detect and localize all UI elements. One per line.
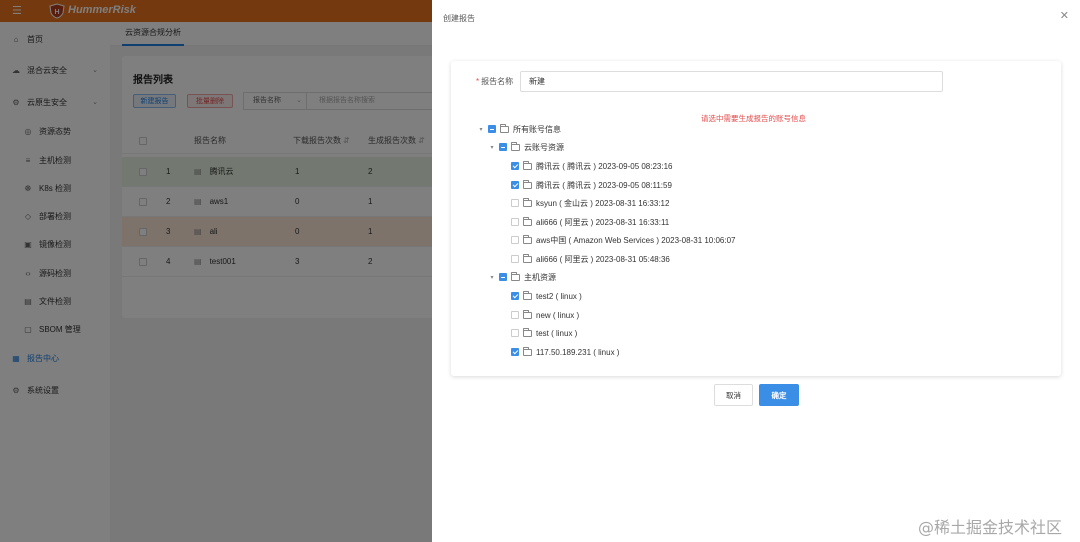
tree-checkbox[interactable]: [511, 236, 519, 244]
tree-checkbox[interactable]: [511, 311, 519, 319]
tree-node-label: new ( linux ): [536, 310, 580, 320]
tree-checkbox[interactable]: [511, 348, 519, 356]
tree-node[interactable]: ▾ 主机资源: [488, 270, 556, 284]
report-name-label: * 报告名称: [476, 76, 513, 87]
tree-node-label: 腾讯云 ( 腾讯云 ) 2023-09-05 08:11:59: [536, 180, 672, 190]
report-name-label-text: 报告名称: [481, 77, 514, 86]
tree-checkbox[interactable]: [511, 292, 519, 300]
close-icon[interactable]: ✕: [1060, 10, 1069, 22]
tree-node[interactable]: new ( linux ): [511, 308, 579, 322]
tree-node[interactable]: aws中国 ( Amazon Web Services ) 2023-08-31…: [511, 233, 736, 247]
folder-icon: [511, 141, 520, 151]
tree-node-label: 117.50.189.231 ( linux ): [536, 347, 620, 357]
tree-node[interactable]: ▾ 所有账号信息: [477, 122, 561, 136]
cancel-label: 取消: [726, 390, 741, 400]
tree-checkbox[interactable]: [511, 199, 519, 207]
tree-node-label: ali666 ( 阿里云 ) 2023-08-31 16:33:11: [536, 217, 670, 227]
watermark-text: @稀土掘金技术社区: [918, 518, 1063, 537]
caret-down-icon[interactable]: ▾: [477, 126, 485, 133]
folder-icon: [523, 197, 532, 207]
tree-node[interactable]: 117.50.189.231 ( linux ): [511, 345, 619, 359]
folder-icon: [523, 160, 532, 170]
selection-hint: 请选中需要生成报告的账号信息: [701, 114, 806, 123]
folder-icon: [523, 346, 532, 356]
caret-down-icon[interactable]: ▾: [488, 274, 496, 281]
folder-icon: [523, 253, 532, 263]
tree-checkbox[interactable]: [511, 162, 519, 170]
tree-checkbox[interactable]: [499, 273, 507, 281]
tree-node-label: test ( linux ): [536, 328, 578, 338]
folder-icon: [500, 123, 509, 133]
report-name-input[interactable]: 新建: [520, 71, 943, 92]
tree-node[interactable]: ali666 ( 阿里云 ) 2023-08-31 16:33:11: [511, 215, 669, 229]
tree-node-label: ksyun ( 金山云 ) 2023-08-31 16:33:12: [536, 198, 670, 208]
tree-node[interactable]: test ( linux ): [511, 326, 577, 340]
tree-node[interactable]: 腾讯云 ( 腾讯云 ) 2023-09-05 08:11:59: [511, 178, 672, 192]
folder-icon: [523, 327, 532, 337]
tree-node-label: test2 ( linux ): [536, 291, 582, 301]
confirm-button[interactable]: 确定: [759, 384, 799, 406]
tree-node[interactable]: ksyun ( 金山云 ) 2023-08-31 16:33:12: [511, 196, 669, 210]
modal-overlay[interactable]: [0, 0, 432, 542]
folder-icon: [523, 234, 532, 244]
tree-node-label: 主机资源: [524, 272, 556, 282]
drawer-title: 创建报告: [443, 14, 475, 23]
tree-node-label: 所有账号信息: [513, 124, 561, 134]
tree-node[interactable]: test2 ( linux ): [511, 289, 582, 303]
caret-down-icon[interactable]: ▾: [488, 144, 496, 151]
tree-node-label: aws中国 ( Amazon Web Services ) 2023-08-31…: [536, 235, 736, 245]
folder-icon: [523, 309, 532, 319]
tree-checkbox[interactable]: [488, 125, 496, 133]
folder-icon: [523, 216, 532, 226]
tree-checkbox[interactable]: [499, 143, 507, 151]
tree-node[interactable]: ali666 ( 阿里云 ) 2023-08-31 05:48:36: [511, 252, 670, 266]
tree-node-label: 腾讯云 ( 腾讯云 ) 2023-09-05 08:23:16: [536, 161, 673, 171]
tree-checkbox[interactable]: [511, 255, 519, 263]
cancel-button[interactable]: 取消: [714, 384, 753, 406]
tree-checkbox[interactable]: [511, 329, 519, 337]
tree-node[interactable]: ▾ 云账号资源: [488, 140, 564, 154]
tree-node-label: 云账号资源: [524, 142, 564, 152]
create-report-drawer: 创建报告 ✕ * 报告名称 新建 请选中需要生成报告的账号信息 ▾ 所有账号信息 ▾ 云…: [432, 0, 1080, 542]
folder-icon: [511, 271, 520, 281]
tree-node[interactable]: 腾讯云 ( 腾讯云 ) 2023-09-05 08:23:16: [511, 159, 673, 173]
folder-icon: [523, 179, 532, 189]
form-panel: * 报告名称 新建 请选中需要生成报告的账号信息 ▾ 所有账号信息 ▾ 云账号资源腾讯云…: [451, 61, 1061, 376]
tree-node-label: ali666 ( 阿里云 ) 2023-08-31 05:48:36: [536, 254, 670, 264]
required-marker: *: [476, 77, 480, 86]
confirm-label: 确定: [771, 390, 787, 400]
folder-icon: [523, 290, 532, 300]
tree-checkbox[interactable]: [511, 181, 519, 189]
tree-checkbox[interactable]: [511, 218, 519, 226]
